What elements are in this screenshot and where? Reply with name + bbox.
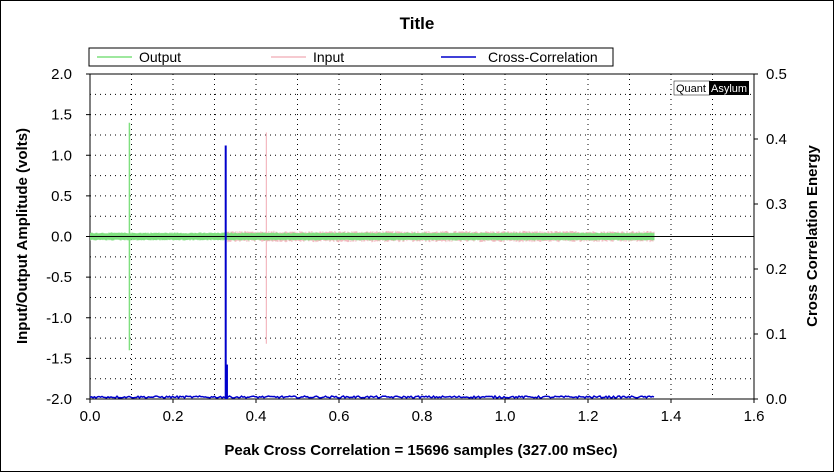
legend-input-label: Input: [313, 49, 344, 65]
legend: Output Input Cross-Correlation: [88, 47, 614, 67]
quantasylum-logo: Quant Asylum: [673, 80, 749, 96]
x-tick-label: 0.6: [329, 408, 350, 425]
y2-axis-label: Cross Correlation Energy: [804, 144, 821, 326]
x-tick-label: 1.2: [578, 408, 599, 425]
y2-tick-label: 0.5: [766, 66, 787, 83]
x-tick-label: 0.0: [80, 408, 101, 425]
y-tick-label: 1.5: [51, 107, 72, 124]
logo-part2: Asylum: [711, 83, 747, 95]
legend-output-label: Output: [139, 49, 181, 65]
y2-tick-label: 0.0: [766, 391, 787, 408]
y-tick-label: -1.5: [46, 350, 72, 367]
y-tick-label: 0.0: [51, 229, 72, 246]
y-tick-label: 0.5: [51, 188, 72, 205]
y2-tick-label: 0.4: [766, 131, 787, 148]
chart: Title Output Input Cross-Correlation Qua…: [14, 14, 821, 459]
y-tick-label: -1.0: [46, 310, 72, 327]
x-tick-label: 0.8: [412, 408, 433, 425]
y2-tick-label: 0.3: [766, 196, 787, 213]
logo-part1: Quant: [676, 83, 706, 95]
x-tick-label: 0.4: [246, 408, 267, 425]
legend-crosscorr-label: Cross-Correlation: [488, 49, 598, 65]
y-axis-label: Input/Output Amplitude (volts): [14, 128, 31, 344]
plot-area: [89, 73, 755, 400]
y-tick-label: -0.5: [46, 269, 72, 286]
x-tick-label: 0.2: [163, 408, 184, 425]
x-tick-label: 1.4: [661, 408, 682, 425]
y2-tick-label: 0.1: [766, 326, 787, 343]
y-tick-label: 2.0: [51, 66, 72, 83]
y2-tick-label: 0.2: [766, 261, 787, 278]
x-tick-label: 1.6: [744, 408, 765, 425]
x-tick-label: 1.0: [495, 408, 516, 425]
y-tick-label: -2.0: [46, 391, 72, 408]
x-axis-label: Peak Cross Correlation = 15696 samples (…: [224, 442, 617, 459]
chart-title: Title: [400, 14, 435, 33]
y-tick-label: 1.0: [51, 147, 72, 164]
chart-window: Title Output Input Cross-Correlation Qua…: [0, 0, 834, 472]
